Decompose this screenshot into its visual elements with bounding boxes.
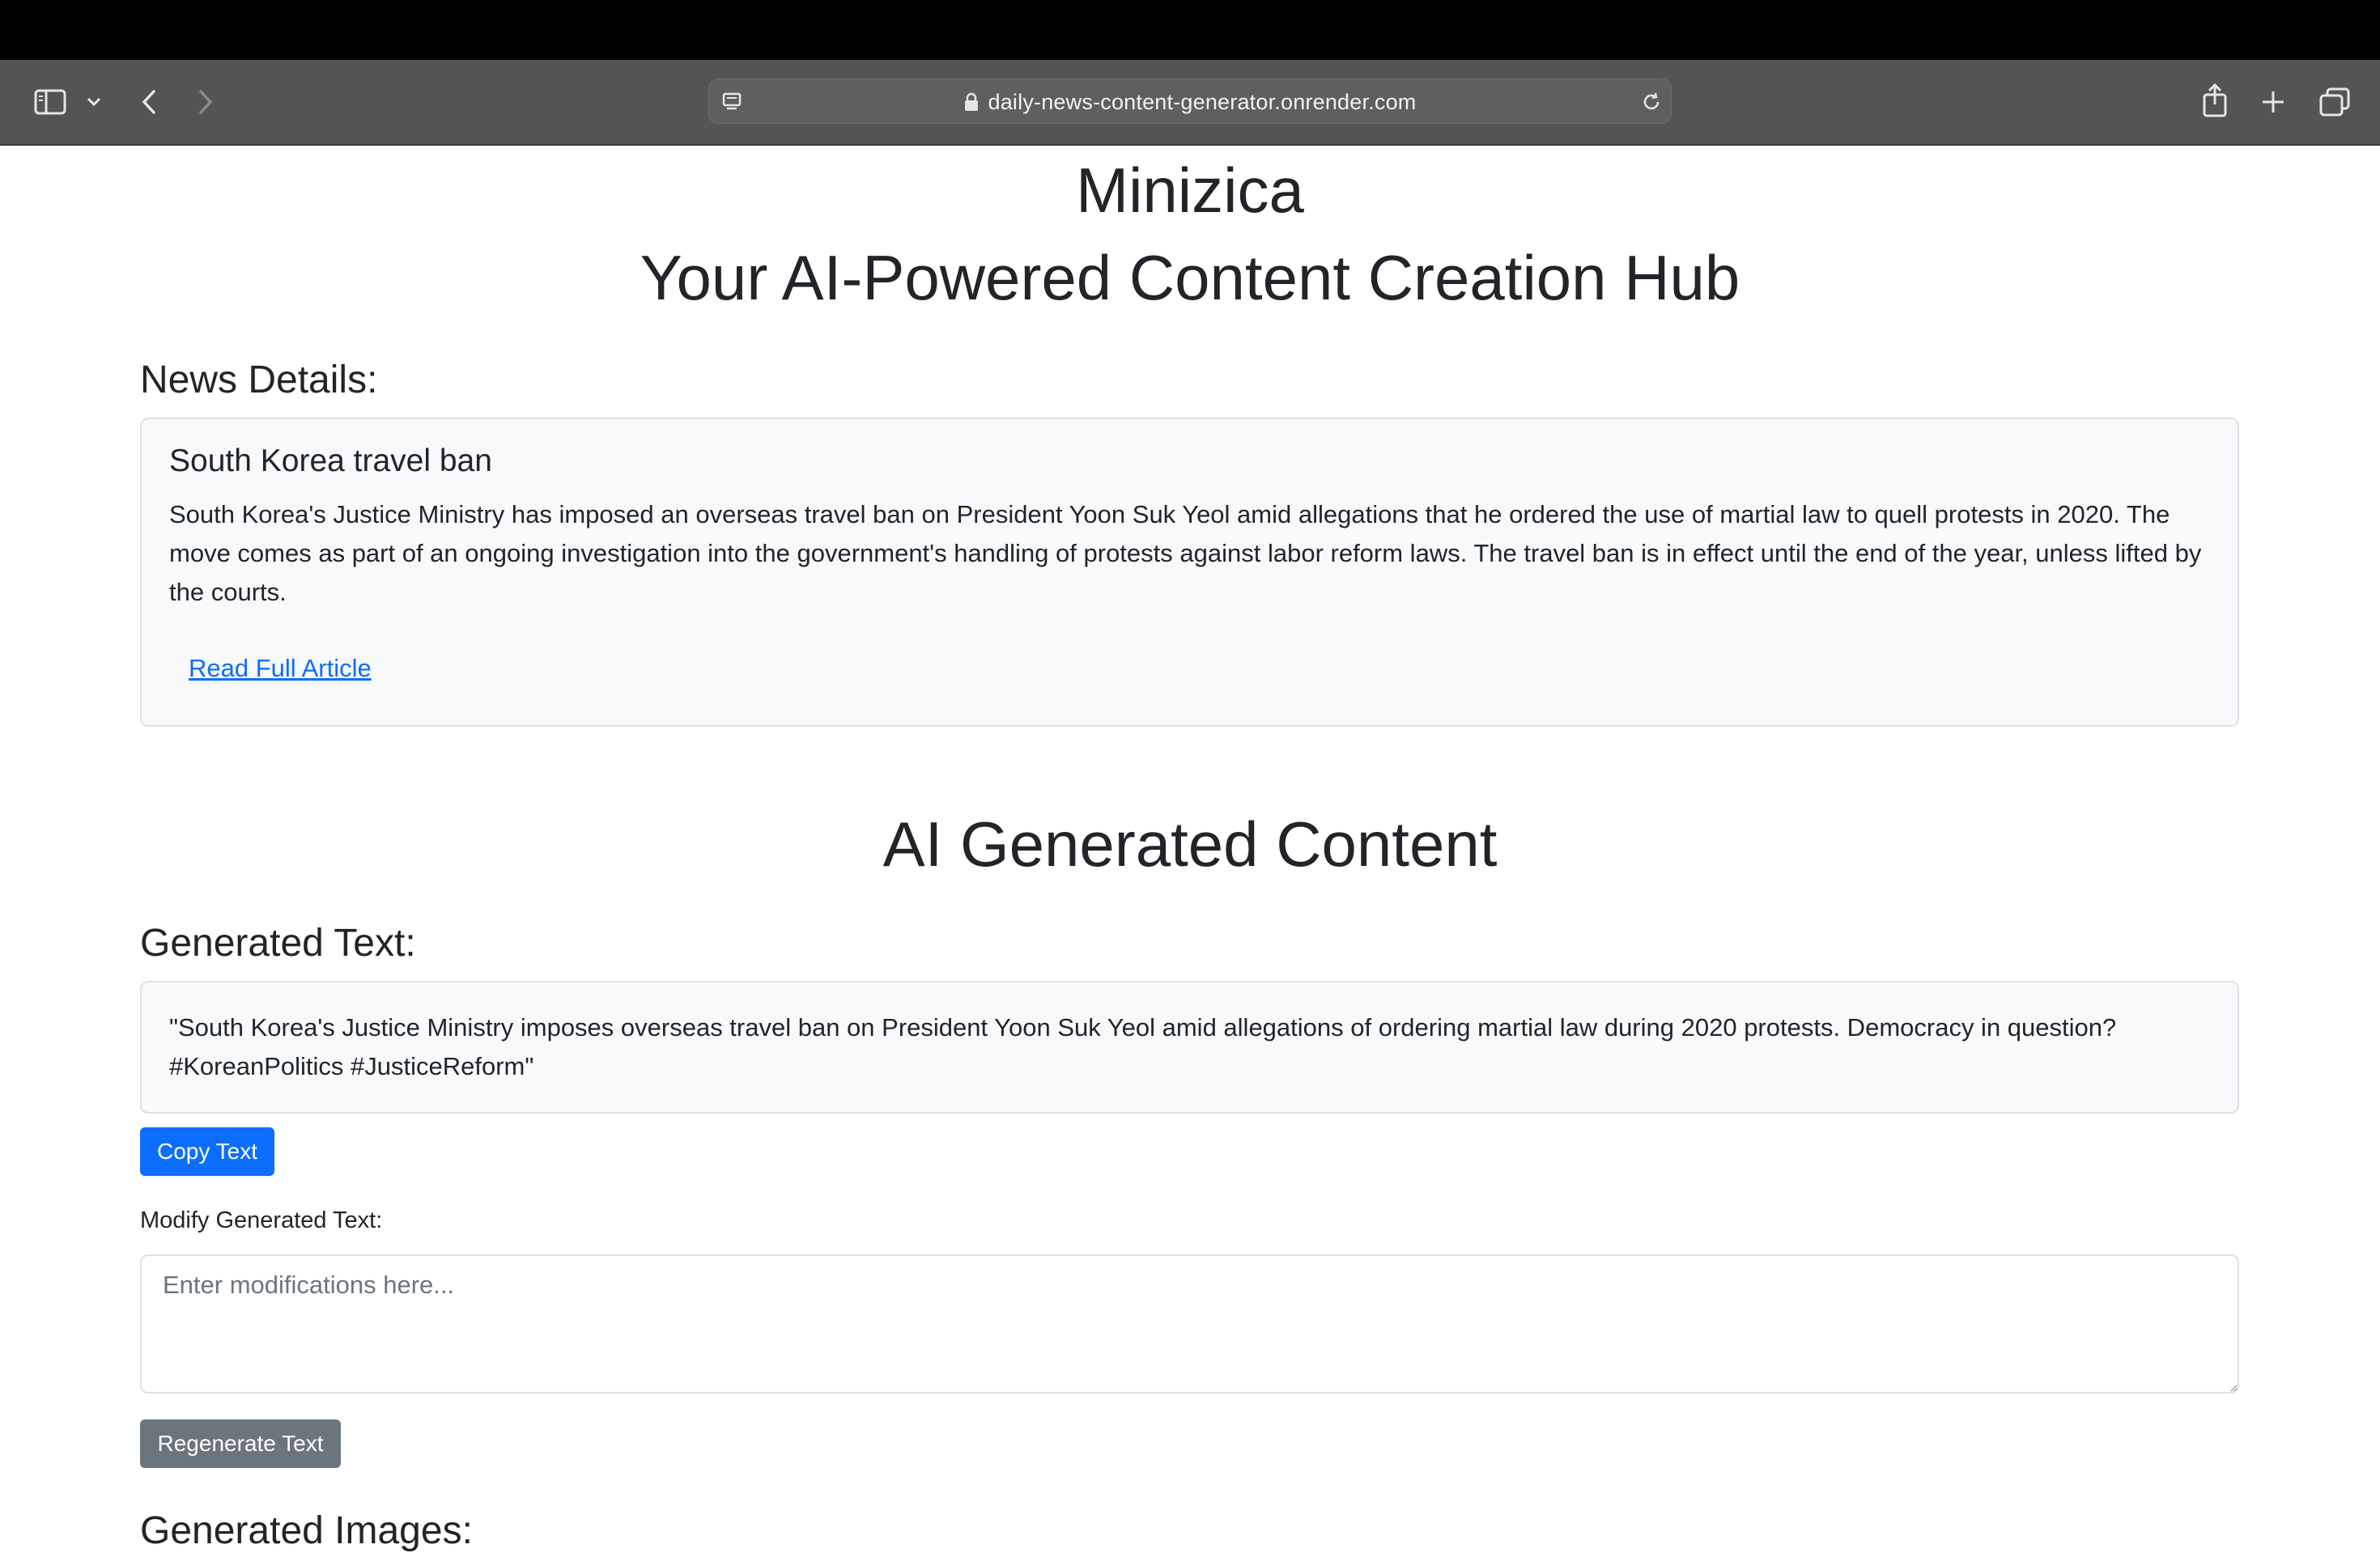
ai-content-heading: AI Generated Content [882, 808, 1498, 880]
chevron-down-icon[interactable] [83, 91, 105, 113]
forward-icon[interactable] [191, 84, 220, 120]
new-tab-icon[interactable] [2257, 84, 2289, 120]
generated-text-card: "South Korea's Justice Ministry imposes … [140, 981, 2239, 1114]
tab-overview-icon[interactable] [2317, 84, 2352, 120]
modify-text-input[interactable] [140, 1254, 2239, 1394]
read-full-article-link[interactable]: Read Full Article [189, 654, 372, 683]
news-section-title: News Details: [140, 359, 378, 401]
brand-title: Minizica [1076, 155, 1304, 226]
url-display[interactable]: daily-news-content-generator.onrender.co… [709, 79, 1671, 125]
back-icon[interactable] [134, 84, 164, 120]
system-menubar [0, 0, 2380, 60]
modify-text-label: Modify Generated Text: [140, 1207, 383, 1233]
page-content: Minizica Your AI-Powered Content Creatio… [0, 146, 2380, 1552]
page-tagline: Your AI-Powered Content Creation Hub [640, 242, 1740, 313]
generated-images-title: Generated Images: [140, 1509, 473, 1552]
news-description: South Korea's Justice Ministry has impos… [169, 500, 2202, 606]
copy-text-button[interactable]: Copy Text [140, 1127, 274, 1176]
generated-text: "South Korea's Justice Ministry imposes … [169, 1013, 2117, 1080]
sidebar-toggle-icon[interactable] [32, 84, 68, 120]
address-bar[interactable]: daily-news-content-generator.onrender.co… [708, 78, 1672, 124]
reload-icon[interactable] [1638, 89, 1664, 115]
regenerate-text-button[interactable]: Regenerate Text [140, 1419, 341, 1468]
url-text: daily-news-content-generator.onrender.co… [988, 89, 1417, 114]
generated-text-title: Generated Text: [140, 922, 416, 965]
share-icon[interactable] [2199, 81, 2231, 120]
lock-icon [964, 92, 979, 112]
news-card: South Korea travel ban South Korea's Jus… [140, 418, 2239, 727]
news-title: South Korea travel ban [169, 443, 492, 478]
